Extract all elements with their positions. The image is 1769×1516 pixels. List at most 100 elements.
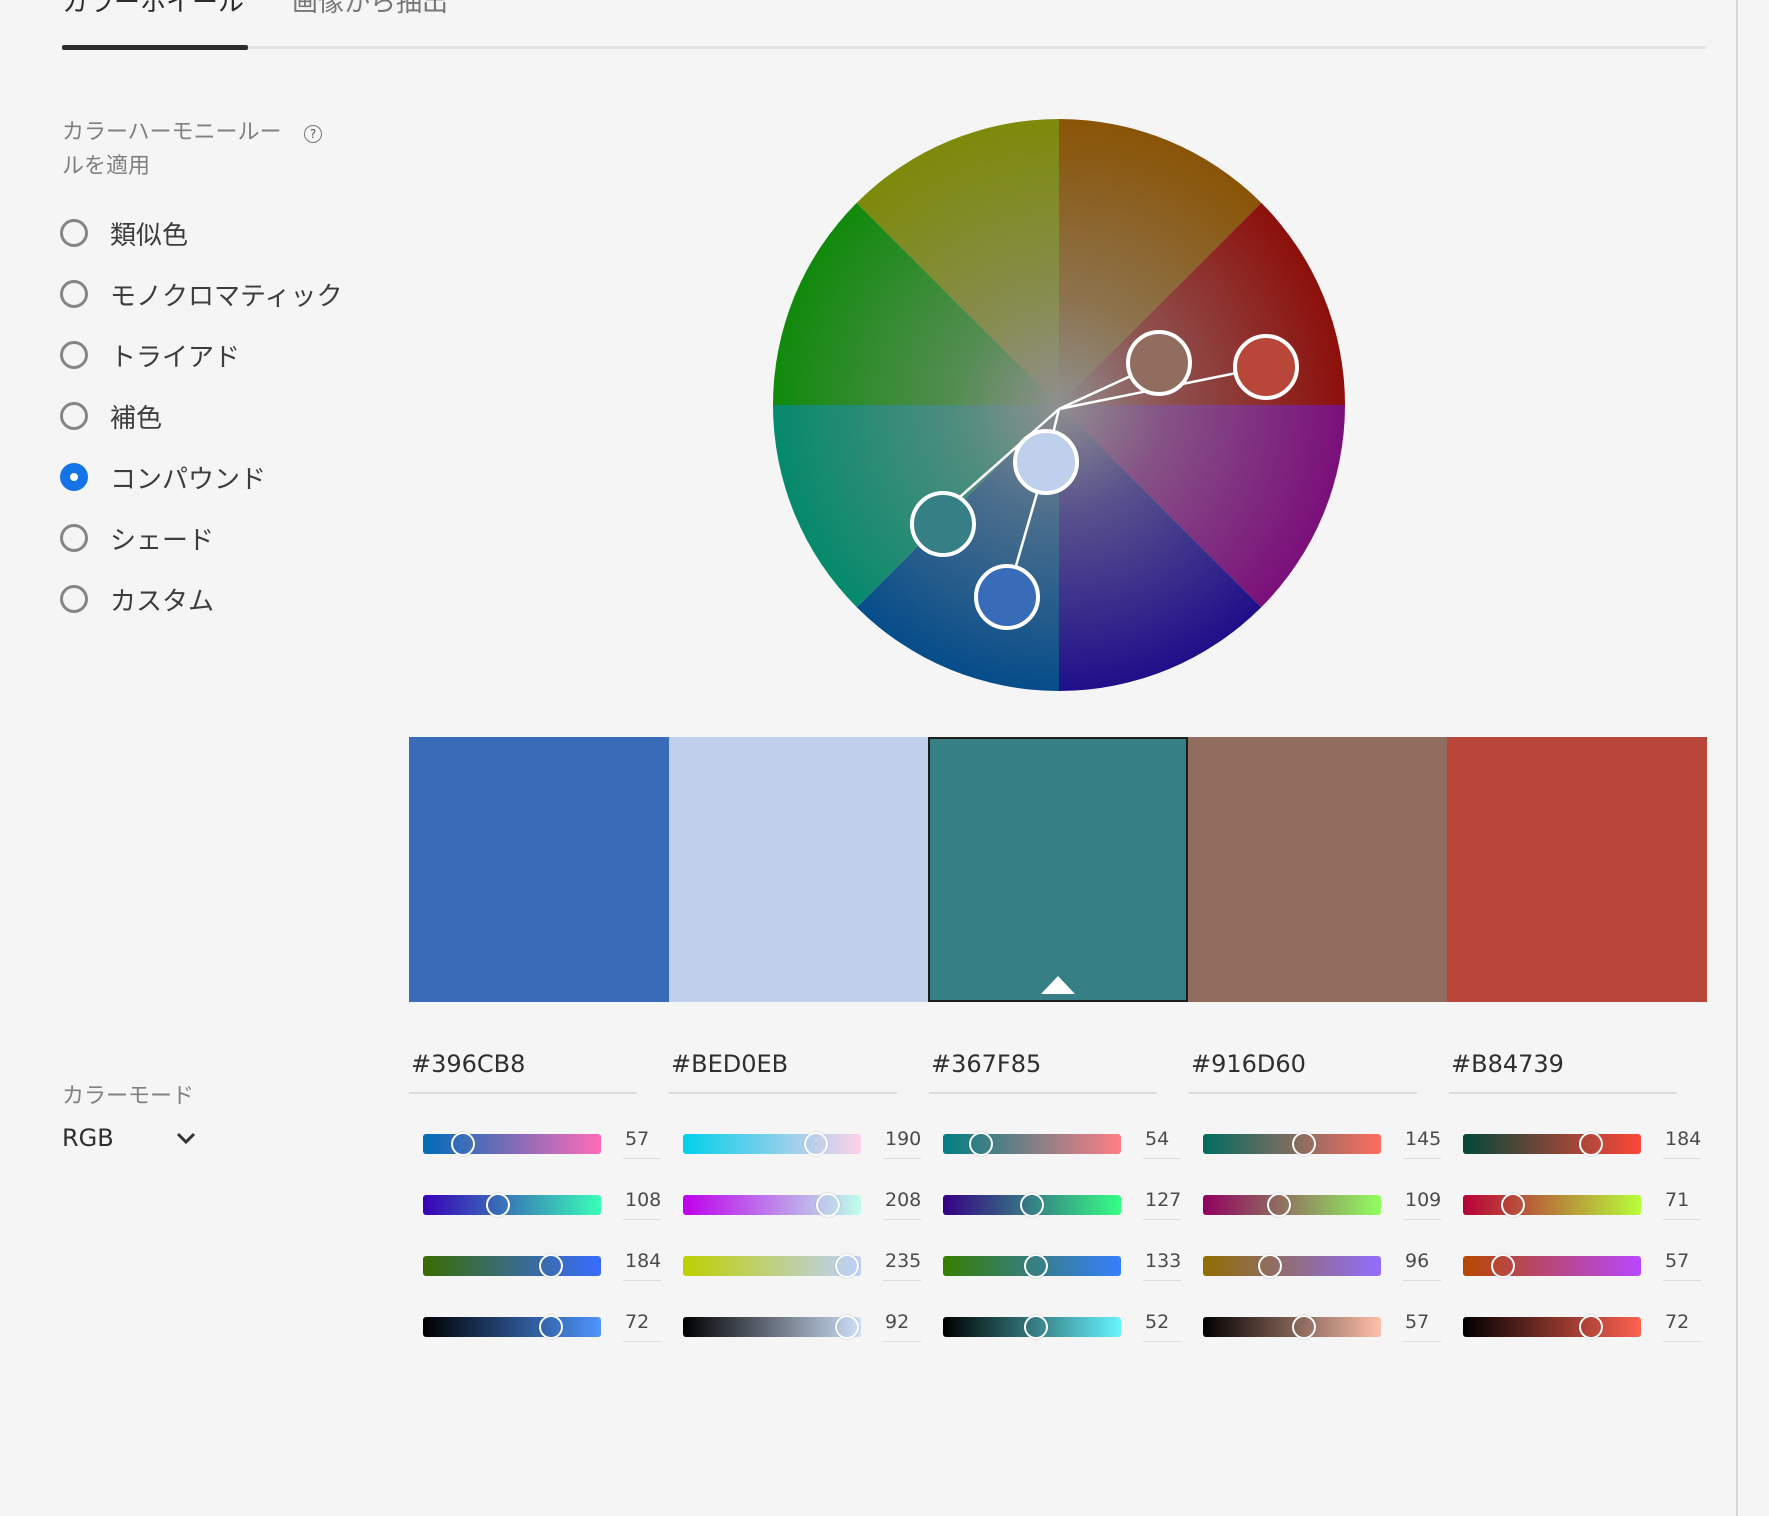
channel-value[interactable]: 71 [1663, 1189, 1701, 1220]
channel-value[interactable]: 92 [883, 1311, 921, 1342]
slider-track[interactable] [1463, 1256, 1641, 1276]
slider-thumb[interactable] [486, 1193, 510, 1217]
active-tab-indicator [62, 45, 248, 50]
channel-value[interactable]: 96 [1403, 1250, 1441, 1281]
hex-input[interactable]: #BED0EB [669, 1050, 897, 1094]
slider-green: 208 [683, 1185, 923, 1225]
radio-label: コンパウンド [110, 464, 267, 495]
radio-button[interactable] [60, 341, 88, 369]
radio-button[interactable] [60, 524, 88, 552]
slider-blue: 96 [1203, 1246, 1443, 1286]
slider-thumb[interactable] [539, 1315, 563, 1339]
radio-label: 補色 [110, 403, 163, 434]
channel-value[interactable]: 57 [1663, 1250, 1701, 1281]
channel-value[interactable]: 127 [1143, 1189, 1181, 1220]
slider-thumb[interactable] [1267, 1193, 1291, 1217]
channel-value[interactable]: 52 [1143, 1311, 1181, 1342]
swatch-5[interactable] [1447, 737, 1707, 1002]
question-circle-icon[interactable]: ? [304, 125, 322, 143]
radio-custom[interactable]: カスタム [60, 579, 214, 619]
slider-thumb[interactable] [451, 1132, 475, 1156]
color-mode-dropdown[interactable]: RGB [62, 1124, 200, 1160]
channel-value[interactable]: 54 [1143, 1128, 1181, 1159]
channel-value[interactable]: 57 [1403, 1311, 1441, 1342]
slider-track[interactable] [1463, 1134, 1641, 1154]
radio-triad[interactable]: トライアド [60, 335, 240, 375]
swatch-2[interactable] [668, 737, 929, 1002]
hex-input[interactable]: #367F85 [929, 1050, 1157, 1094]
slider-track[interactable] [1203, 1256, 1381, 1276]
slider-track[interactable] [683, 1134, 861, 1154]
slider-green: 71 [1463, 1185, 1703, 1225]
slider-thumb[interactable] [835, 1315, 859, 1339]
slider-track[interactable] [1463, 1195, 1641, 1215]
channel-value[interactable]: 235 [883, 1250, 921, 1281]
wheel-handle-color-5[interactable] [1233, 334, 1299, 400]
slider-thumb[interactable] [804, 1132, 828, 1156]
swatch-3-selected[interactable] [928, 737, 1188, 1002]
channel-value[interactable]: 190 [883, 1128, 921, 1159]
channel-value[interactable]: 184 [1663, 1128, 1701, 1159]
hex-input[interactable]: #396CB8 [409, 1050, 637, 1094]
hex-input[interactable]: #916D60 [1189, 1050, 1417, 1094]
harmony-rule-label: カラーハーモニールールを適用 [62, 120, 282, 179]
radio-analogous[interactable]: 類似色 [60, 213, 188, 253]
slider-track[interactable] [1463, 1317, 1641, 1337]
radio-label: モノクロマティック [110, 281, 343, 312]
channel-value[interactable]: 133 [1143, 1250, 1181, 1281]
slider-thumb[interactable] [539, 1254, 563, 1278]
slider-thumb[interactable] [1024, 1254, 1048, 1278]
slider-track[interactable] [1203, 1195, 1381, 1215]
radio-button[interactable] [60, 219, 88, 247]
radio-shades[interactable]: シェード [60, 518, 214, 558]
channel-value[interactable]: 72 [1663, 1311, 1701, 1342]
channel-value[interactable]: 184 [623, 1250, 661, 1281]
tab-color-wheel[interactable]: カラーホイール [62, 0, 244, 19]
slider-brightness: 92 [683, 1307, 923, 1347]
radio-button[interactable] [60, 402, 88, 430]
swatch-4[interactable] [1187, 737, 1448, 1002]
color-wheel[interactable] [770, 116, 1348, 694]
slider-thumb[interactable] [1292, 1132, 1316, 1156]
slider-thumb[interactable] [969, 1132, 993, 1156]
color-column-4: #916D60 145 109 96 57 [1189, 1050, 1441, 1342]
radio-compound[interactable]: コンパウンド [60, 457, 266, 497]
hex-input[interactable]: #B84739 [1449, 1050, 1677, 1094]
slider-thumb[interactable] [835, 1254, 859, 1278]
slider-thumb[interactable] [1501, 1193, 1525, 1217]
tab-extract-from-image[interactable]: 画像から抽出 [292, 0, 448, 19]
radio-button[interactable] [60, 280, 88, 308]
slider-thumb[interactable] [1579, 1132, 1603, 1156]
radio-monochromatic[interactable]: モノクロマティック [60, 274, 342, 314]
slider-blue: 133 [943, 1246, 1183, 1286]
channel-value[interactable]: 109 [1403, 1189, 1441, 1220]
slider-thumb[interactable] [1020, 1193, 1044, 1217]
slider-thumb[interactable] [1292, 1315, 1316, 1339]
radio-button-checked[interactable] [60, 463, 88, 491]
slider-thumb[interactable] [1579, 1315, 1603, 1339]
channel-value[interactable]: 57 [623, 1128, 661, 1159]
wheel-handle-color-4[interactable] [1126, 330, 1192, 396]
slider-track[interactable] [423, 1317, 601, 1337]
wheel-handle-color-3-base[interactable] [910, 491, 976, 557]
color-mode-value: RGB [62, 1124, 114, 1152]
color-column-5: #B84739 184 71 57 72 [1449, 1050, 1701, 1342]
color-swatch-strip [409, 737, 1707, 1002]
slider-thumb[interactable] [1491, 1254, 1515, 1278]
channel-value[interactable]: 208 [883, 1189, 921, 1220]
slider-thumb[interactable] [816, 1193, 840, 1217]
slider-track[interactable] [423, 1134, 601, 1154]
slider-thumb[interactable] [1024, 1315, 1048, 1339]
swatch-1[interactable] [409, 737, 669, 1002]
wheel-handle-color-2[interactable] [1013, 429, 1079, 495]
channel-value[interactable]: 108 [623, 1189, 661, 1220]
channel-value[interactable]: 72 [623, 1311, 661, 1342]
radio-complementary[interactable]: 補色 [60, 396, 162, 436]
slider-track[interactable] [423, 1256, 601, 1276]
wheel-handle-color-1[interactable] [974, 564, 1040, 630]
slider-thumb[interactable] [1258, 1254, 1282, 1278]
slider-track[interactable] [423, 1195, 601, 1215]
chevron-down-icon [176, 1132, 196, 1145]
radio-button[interactable] [60, 585, 88, 613]
channel-value[interactable]: 145 [1403, 1128, 1441, 1159]
